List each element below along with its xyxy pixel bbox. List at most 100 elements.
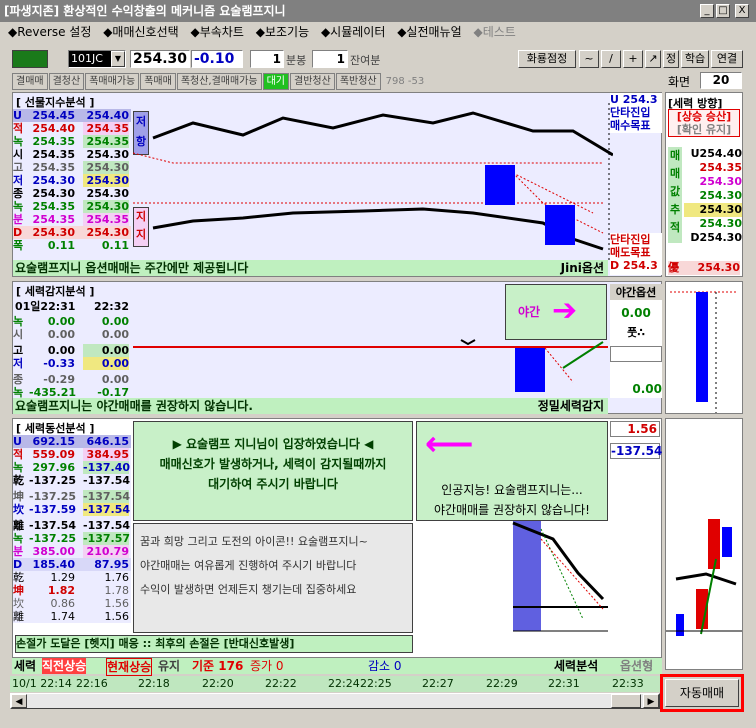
time-tick: 22:29 bbox=[486, 677, 518, 690]
time-tick: 22:22 bbox=[265, 677, 297, 690]
qty1-input[interactable]: 1 bbox=[250, 50, 284, 68]
status-indicator bbox=[12, 50, 48, 68]
chart-bar bbox=[708, 519, 720, 569]
detect-time: 01일22:31 22:32 bbox=[15, 300, 129, 313]
menu-reverse[interactable]: ◆Reverse 설정 bbox=[8, 25, 91, 39]
mini-chart-bottom-svg bbox=[666, 519, 742, 636]
mode-bar: 결매매 결청산 폭매매가능 폭매매 폭청산,결매매가능 대기 결반청산 폭반청산 798 -53 bbox=[12, 73, 425, 90]
menu-manual[interactable]: ◆실전매뉴얼 bbox=[397, 25, 461, 39]
flow-table: U 692.15 646.15 적 559.09 384.95 녹 297.96 -137.… bbox=[13, 435, 131, 623]
mode-item[interactable]: 폭반청산 bbox=[335, 73, 381, 90]
arrow-right-icon: ➔ bbox=[552, 293, 578, 328]
scroll-left-icon[interactable]: ◀ bbox=[11, 694, 27, 708]
flow-value-1: 1.56 bbox=[610, 421, 660, 437]
flow-message-1: ▶ 요술램프 지니님이 입장하였습니다 ◀ 매매신호가 발생하거나, 세력이 감지… bbox=[133, 421, 413, 521]
futures-table: U 254.45 254.40 적 254.40 254.35 녹 254.35 254.3… bbox=[13, 109, 131, 252]
flow-message-3: 꿈과 희망 그리고 도전의 아이콘!! 요술램프지니~ 야간매매는 여유롭게 진행… bbox=[133, 523, 413, 633]
screen-value: 20 bbox=[700, 72, 742, 89]
slash-button[interactable]: / bbox=[601, 50, 621, 68]
mode-item[interactable]: 폭매매 bbox=[140, 73, 176, 90]
detect-title: [ 세력감지분석 ] bbox=[16, 285, 95, 298]
hwaryong-button[interactable]: 화룡점정 bbox=[518, 50, 576, 68]
time-tick: 22:20 bbox=[202, 677, 234, 690]
chart-bar bbox=[545, 205, 575, 245]
mode-item-active[interactable]: 대기 bbox=[262, 73, 290, 90]
mini-chart-bottom bbox=[665, 418, 743, 670]
price-field: 254.30 bbox=[130, 50, 190, 68]
detect-panel: [ 세력감지분석 ] 01일22:31 22:32 녹 0.00 0.00 시 0.00… bbox=[12, 281, 662, 414]
flow-value-2: -137.54 bbox=[610, 443, 663, 459]
futures-title: [ 선물지수분석 ] bbox=[16, 96, 95, 109]
mode-item[interactable]: 폭청산,결매매가능 bbox=[176, 73, 262, 90]
direction-values: U254.40 254.35 254.30 254.30 254.30 254.… bbox=[684, 147, 742, 245]
direction-panel: [세력 방향] [상승 승산] [확인 유지] 매매값추적 U254.40 254… bbox=[665, 92, 743, 277]
menu-aux[interactable]: ◆보조기능 bbox=[256, 25, 309, 39]
menu-bar: ◆Reverse 설정 ◆매매신호선택 ◆부속차트 ◆보조기능 ◆시뮬레이터 ◆… bbox=[0, 22, 756, 42]
time-tick: 22:24 bbox=[328, 677, 360, 690]
time-tick: 22:25 bbox=[360, 677, 392, 690]
plus-button[interactable]: + bbox=[623, 50, 643, 68]
scroll-thumb[interactable] bbox=[611, 694, 641, 708]
minimize-button[interactable]: _ bbox=[700, 4, 714, 18]
learn-button[interactable]: 학습 bbox=[681, 50, 709, 68]
close-button[interactable]: X bbox=[735, 4, 749, 18]
mini-chart-svg bbox=[670, 291, 736, 413]
window-titlebar: [파생지존] 환상적인 수익창출의 메커니즘 요술램프지니 bbox=[0, 0, 756, 22]
jeong-button[interactable]: 정 bbox=[663, 50, 679, 68]
qty2-input[interactable]: 1 bbox=[312, 50, 348, 68]
time-tick: 22:18 bbox=[138, 677, 170, 690]
change-field: -0.10 bbox=[191, 50, 243, 68]
futures-chart bbox=[133, 103, 613, 263]
flow-message-2: ⟵ 인공지능! 요술램프지니는... 야간매매를 권장하지 않습니다! bbox=[416, 421, 608, 521]
menu-simulator[interactable]: ◆시뮬레이터 bbox=[321, 25, 385, 39]
futures-right-top: U 254.3 단타진입 매수목표 bbox=[610, 93, 662, 133]
chart-bar bbox=[485, 165, 515, 205]
detect-table: 녹 0.00 0.00 시 0.00 0.00 고 0.00 0.00 저 -0.33 0.00… bbox=[13, 315, 129, 399]
time-tick: 22:16 bbox=[76, 677, 108, 690]
tilde-button[interactable]: ~ bbox=[579, 50, 599, 68]
menu-signal[interactable]: ◆매매신호선택 bbox=[103, 25, 178, 39]
auto-trade-frame: 자동매매 bbox=[660, 674, 744, 712]
time-tick: 10/1 22:14 bbox=[12, 677, 72, 690]
window-title: [파생지존] 환상적인 수익창출의 메커니즘 요술램프지니 bbox=[4, 4, 286, 18]
chart-bar bbox=[676, 614, 684, 636]
futures-right-bottom: 단타진입 매도목표 D 254.3 bbox=[610, 233, 662, 275]
arrow-button[interactable]: ↗ bbox=[645, 50, 661, 68]
mode-item[interactable]: 폭매매가능 bbox=[85, 73, 140, 90]
flow-note: 손절가 도달은 [헷지] 매응 :: 최후의 손절은 [반대신호발생] bbox=[15, 635, 413, 653]
horizontal-scrollbar[interactable]: ◀ ▶ bbox=[10, 693, 660, 709]
direction-vert: 매매값추적 bbox=[668, 147, 682, 243]
mode-item[interactable]: 결청산 bbox=[48, 73, 85, 90]
direction-state: [상승 승산] [확인 유지] bbox=[668, 109, 740, 137]
detect-note: 요술램프지니는 야간매매를 권장하지 않습니다. 정밀세력감지 bbox=[13, 398, 608, 414]
qty1-unit: 분봉 bbox=[286, 54, 307, 67]
chart-bar bbox=[722, 527, 732, 557]
mode-extra: 798 -53 bbox=[385, 76, 425, 87]
chart-bar bbox=[696, 292, 708, 402]
time-tick: 22:31 bbox=[548, 677, 580, 690]
flow-panel: [ 세력동선분석 ] U 692.15 646.15 적 559.09 384.95 녹… bbox=[12, 418, 662, 658]
screen-label: 화면 bbox=[668, 75, 691, 89]
direction-bottom: 優 254.30 bbox=[668, 261, 740, 275]
scroll-right-icon[interactable]: ▶ bbox=[643, 694, 659, 708]
time-tick: 22:27 bbox=[422, 677, 454, 690]
status-bar: 세력 직전상승 현재상승 유지 기준 176 증가 0 감소 0 세력분석 옵션… bbox=[12, 658, 662, 676]
chart-bar bbox=[515, 348, 545, 392]
code-select[interactable]: 101JC ▼ bbox=[68, 50, 126, 68]
chart-bar bbox=[513, 521, 541, 631]
qty2-unit: 잔여분 bbox=[350, 54, 381, 67]
connect-button[interactable]: 연결 bbox=[711, 50, 743, 68]
futures-panel: [ 선물지수분석 ] U 254.45 254.40 적 254.40 254.35 녹… bbox=[12, 92, 662, 277]
chevron-down-icon[interactable]: ▼ bbox=[111, 51, 125, 67]
flow-title: [ 세력동선분석 ] bbox=[16, 422, 95, 435]
arrow-left-icon: ⟵ bbox=[425, 424, 474, 464]
night-option-panel: 야간옵션 0.00 풋∴ 0.00 bbox=[610, 284, 662, 398]
auto-trade-button[interactable]: 자동매매 bbox=[665, 679, 739, 707]
menu-test[interactable]: ◆테스트 bbox=[473, 25, 515, 39]
maximize-button[interactable]: □ bbox=[716, 4, 730, 18]
mode-item[interactable]: 결매매 bbox=[12, 73, 48, 90]
mode-item[interactable]: 결반청산 bbox=[290, 73, 335, 90]
time-tick: 22:33 bbox=[612, 677, 644, 690]
time-axis: 10/1 22:14 22:16 22:18 22:20 22:22 22:24… bbox=[10, 676, 660, 692]
menu-subchart[interactable]: ◆부속차트 bbox=[191, 25, 244, 39]
